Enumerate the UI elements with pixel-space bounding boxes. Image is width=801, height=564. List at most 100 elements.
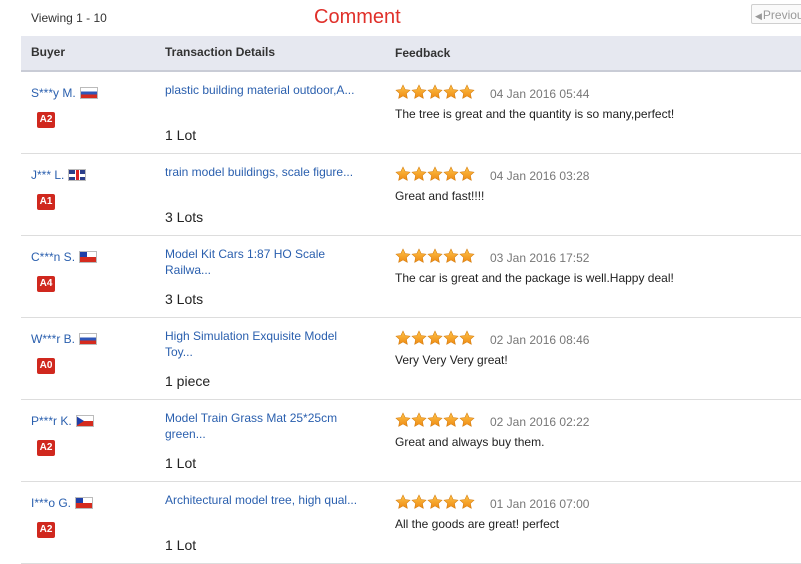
buyer-cell: C***n S.	[31, 250, 98, 264]
buyer-name-link[interactable]: S***y M.	[31, 86, 76, 100]
buyer-cell: I***o G.	[31, 496, 94, 510]
previous-label: Previous	[762, 8, 801, 22]
star-icon	[427, 166, 443, 182]
quantity: 1 Lot	[165, 127, 197, 143]
feedback-date: 01 Jan 2016 07:00	[490, 497, 590, 511]
table-row: S***y M. A2 plastic building material outd…	[21, 72, 801, 154]
buyer-name-link[interactable]: W***r B.	[31, 332, 75, 346]
star-icon	[395, 84, 411, 100]
table-header: Buyer Transaction Details Feedback	[21, 36, 801, 72]
country-flag-icon	[79, 333, 98, 345]
star-icon	[443, 330, 459, 346]
buyer-level-badge: A1	[37, 194, 55, 210]
feedback-date: 04 Jan 2016 03:28	[490, 169, 590, 183]
star-rating	[395, 494, 475, 510]
star-icon	[411, 330, 427, 346]
column-transaction-details: Transaction Details	[165, 45, 276, 59]
previous-page-button[interactable]: ◀Previous	[751, 4, 801, 24]
star-icon	[459, 330, 475, 346]
buyer-level-badge: A4	[37, 276, 55, 292]
column-buyer: Buyer	[31, 45, 66, 59]
star-icon	[395, 412, 411, 428]
quantity: 1 piece	[165, 373, 211, 389]
product-link[interactable]: plastic building material outdoor,A...	[165, 82, 365, 98]
country-flag-icon	[68, 169, 87, 181]
star-rating	[395, 84, 475, 100]
buyer-level-badge: A2	[37, 522, 55, 538]
feedback-text: The tree is great and the quantity is so…	[395, 107, 675, 121]
buyer-level-badge: A0	[37, 358, 55, 374]
top-bar: Viewing 1 - 10 Comment ◀Previous	[0, 0, 801, 36]
buyer-level-badge: A2	[37, 440, 55, 456]
star-rating	[395, 248, 475, 264]
star-icon	[395, 330, 411, 346]
product-link[interactable]: Model Train Grass Mat 25*25cm green...	[165, 410, 365, 442]
star-icon	[443, 494, 459, 510]
buyer-cell: S***y M.	[31, 86, 98, 100]
star-icon	[411, 248, 427, 264]
feedback-date: 02 Jan 2016 02:22	[490, 415, 590, 429]
quantity: 3 Lots	[165, 209, 204, 225]
buyer-name-link[interactable]: P***r K.	[31, 414, 72, 428]
buyer-name-link[interactable]: C***n S.	[31, 250, 75, 264]
quantity: 1 Lot	[165, 455, 197, 471]
star-icon	[411, 412, 427, 428]
star-icon	[459, 412, 475, 428]
feedback-list: S***y M. A2 plastic building material outd…	[21, 72, 801, 564]
feedback-text: Very Very Very great!	[395, 353, 508, 367]
buyer-cell: J*** L.	[31, 168, 87, 182]
buyer-level-badge: A2	[37, 112, 55, 128]
star-icon	[395, 166, 411, 182]
star-icon	[427, 84, 443, 100]
star-icon	[459, 84, 475, 100]
star-icon	[411, 166, 427, 182]
star-icon	[427, 412, 443, 428]
country-flag-icon	[79, 87, 98, 99]
product-link[interactable]: Model Kit Cars 1:87 HO Scale Railwa...	[165, 246, 365, 278]
section-title: Comment	[314, 6, 401, 28]
star-rating	[395, 166, 475, 182]
product-link[interactable]: High Simulation Exquisite Model Toy...	[165, 328, 365, 360]
country-flag-icon	[75, 415, 94, 427]
table-row: C***n S. A4 Model Kit Cars 1:87 HO Scale R…	[21, 236, 801, 318]
star-icon	[411, 84, 427, 100]
star-icon	[427, 494, 443, 510]
product-link[interactable]: train model buildings, scale figure...	[165, 164, 365, 180]
table-row: P***r K. A2 Model Train Grass Mat 25*25cm …	[21, 400, 801, 482]
product-link[interactable]: Architectural model tree, high qual...	[165, 492, 365, 508]
star-icon	[459, 248, 475, 264]
table-row: I***o G. A2 Architectural model tree, high…	[21, 482, 801, 564]
star-icon	[459, 494, 475, 510]
table-row: J*** L. A1 train model buildings, scale fi…	[21, 154, 801, 236]
country-flag-icon	[79, 251, 98, 263]
star-icon	[395, 248, 411, 264]
feedback-date: 03 Jan 2016 17:52	[490, 251, 590, 265]
star-icon	[443, 84, 459, 100]
quantity: 1 Lot	[165, 537, 197, 553]
star-icon	[443, 166, 459, 182]
feedback-text: Great and always buy them.	[395, 435, 545, 449]
star-icon	[459, 166, 475, 182]
buyer-name-link[interactable]: I***o G.	[31, 496, 71, 510]
star-icon	[395, 494, 411, 510]
feedback-text: The car is great and the package is well…	[395, 271, 674, 285]
feedback-text: All the goods are great! perfect	[395, 517, 560, 531]
country-flag-icon	[75, 497, 94, 509]
buyer-cell: P***r K.	[31, 414, 94, 428]
buyer-name-link[interactable]: J*** L.	[31, 168, 64, 182]
star-icon	[427, 330, 443, 346]
viewing-range: Viewing 1 - 10	[31, 11, 107, 25]
table-row: W***r B. A0 High Simulation Exquisite Mode…	[21, 318, 801, 400]
feedback-text: Great and fast!!!!	[395, 189, 485, 203]
star-icon	[443, 248, 459, 264]
buyer-cell: W***r B.	[31, 332, 98, 346]
column-feedback: Feedback	[395, 46, 451, 60]
star-icon	[443, 412, 459, 428]
star-rating	[395, 412, 475, 428]
chevron-left-icon: ◀	[755, 11, 762, 21]
quantity: 3 Lots	[165, 291, 204, 307]
star-rating	[395, 330, 475, 346]
star-icon	[427, 248, 443, 264]
feedback-date: 02 Jan 2016 08:46	[490, 333, 590, 347]
feedback-date: 04 Jan 2016 05:44	[490, 87, 590, 101]
